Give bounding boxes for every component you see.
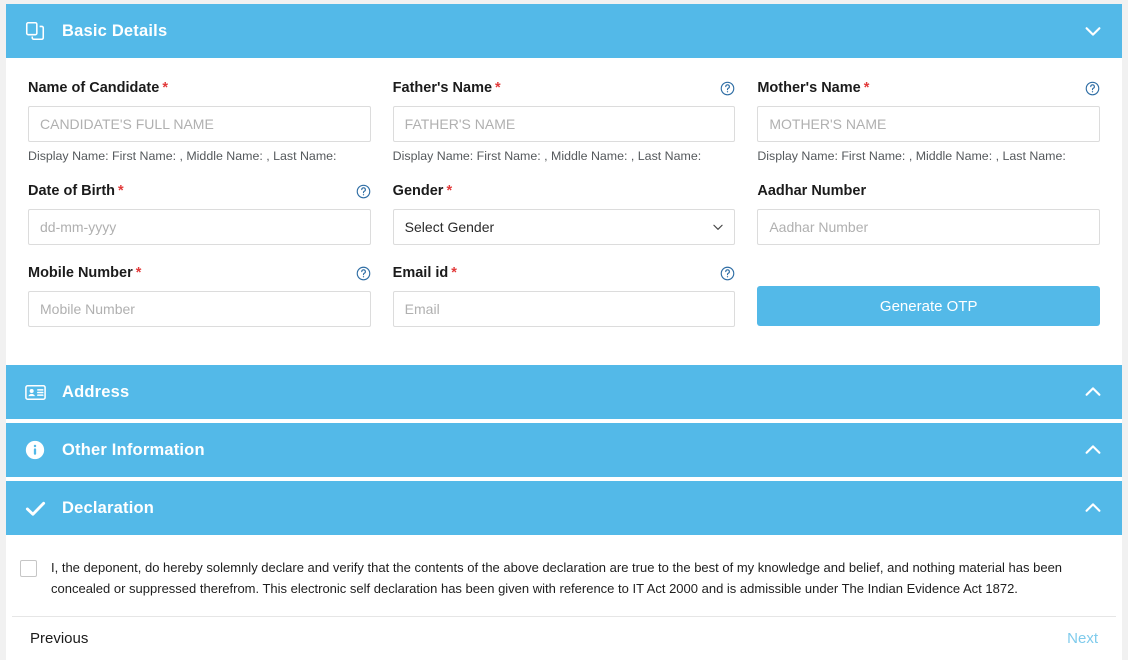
label-aadhar-number: Aadhar Number	[757, 183, 869, 199]
field-email-id: Email id*	[393, 263, 736, 341]
chevron-up-icon[interactable]	[1082, 497, 1104, 519]
field-mother-name: Mother's Name* Display Name: First Name:…	[757, 78, 1100, 177]
field-father-name: Father's Name* Display Name: First Name:…	[393, 78, 736, 177]
label-line-gender: Gender*	[393, 181, 736, 201]
label-line-email-id: Email id*	[393, 263, 736, 283]
field-date-of-birth: Date of Birth*	[28, 181, 371, 259]
label-mother-name: Mother's Name*	[757, 80, 869, 96]
label-line-mobile-number: Mobile Number*	[28, 263, 371, 283]
section-title-other-information: Other Information	[62, 441, 1082, 460]
label-email-id: Email id*	[393, 265, 457, 281]
candidate-name-input[interactable]	[28, 106, 371, 142]
section-header-declaration[interactable]: Declaration	[6, 481, 1122, 535]
required-marker: *	[162, 80, 168, 96]
generate-otp-column: Generate OTP	[757, 263, 1100, 341]
father-name-input[interactable]	[393, 106, 736, 142]
hint-mother-name: Display Name: First Name: , Middle Name:…	[757, 149, 1100, 163]
aadhar-number-input[interactable]	[757, 209, 1100, 245]
required-marker: *	[864, 80, 870, 96]
label-line-candidate-name: Name of Candidate*	[28, 78, 371, 98]
help-icon-mobile-number[interactable]	[356, 266, 371, 281]
field-aadhar-number: Aadhar Number	[757, 181, 1100, 259]
chevron-up-icon[interactable]	[1082, 381, 1104, 403]
label-line-aadhar-number: Aadhar Number	[757, 181, 1100, 201]
label-date-of-birth: Date of Birth*	[28, 183, 124, 199]
section-title-declaration: Declaration	[62, 499, 1082, 518]
field-gender: Gender* Select Gender	[393, 181, 736, 259]
section-header-other-information[interactable]: Other Information	[6, 423, 1122, 477]
copy-documents-icon	[22, 18, 48, 44]
previous-button[interactable]: Previous	[30, 630, 88, 647]
basic-details-body: Name of Candidate* Display Name: First N…	[6, 58, 1122, 361]
form-footer: Previous Next	[12, 616, 1116, 660]
help-icon-father-name[interactable]	[720, 81, 735, 96]
section-title-basic-details: Basic Details	[62, 22, 1082, 41]
chevron-up-icon[interactable]	[1082, 439, 1104, 461]
label-mobile-number: Mobile Number*	[28, 265, 141, 281]
label-gender: Gender*	[393, 183, 452, 199]
required-marker: *	[446, 183, 452, 199]
declaration-checkbox[interactable]	[20, 560, 37, 577]
label-candidate-name: Name of Candidate*	[28, 80, 168, 96]
declaration-text: I, the deponent, do hereby solemnly decl…	[51, 557, 1083, 599]
chevron-down-icon[interactable]	[1082, 20, 1104, 42]
mother-name-input[interactable]	[757, 106, 1100, 142]
declaration-body: I, the deponent, do hereby solemnly decl…	[6, 535, 1122, 619]
label-line-father-name: Father's Name*	[393, 78, 736, 98]
gender-select-wrapper: Select Gender	[393, 209, 736, 245]
section-title-address: Address	[62, 383, 1082, 402]
required-marker: *	[451, 265, 457, 281]
field-mobile-number: Mobile Number*	[28, 263, 371, 341]
label-line-date-of-birth: Date of Birth*	[28, 181, 371, 201]
field-candidate-name: Name of Candidate* Display Name: First N…	[28, 78, 371, 177]
mobile-number-input[interactable]	[28, 291, 371, 327]
gender-select[interactable]: Select Gender	[393, 209, 736, 245]
date-of-birth-input[interactable]	[28, 209, 371, 245]
required-marker: *	[495, 80, 501, 96]
form-row-mobile-email-otp: Mobile Number* Email id*	[28, 263, 1100, 341]
section-header-address[interactable]: Address	[6, 365, 1122, 419]
help-icon-mother-name[interactable]	[1085, 81, 1100, 96]
label-line-mother-name: Mother's Name*	[757, 78, 1100, 98]
info-circle-icon	[22, 437, 48, 463]
help-icon-email-id[interactable]	[720, 266, 735, 281]
label-father-name: Father's Name*	[393, 80, 501, 96]
id-card-icon	[22, 379, 48, 405]
hint-candidate-name: Display Name: First Name: , Middle Name:…	[28, 149, 371, 163]
required-marker: *	[136, 265, 142, 281]
help-icon-date-of-birth[interactable]	[356, 184, 371, 199]
form-row-names: Name of Candidate* Display Name: First N…	[28, 78, 1100, 177]
hint-father-name: Display Name: First Name: , Middle Name:…	[393, 149, 736, 163]
next-button[interactable]: Next	[1067, 630, 1098, 647]
check-icon	[22, 495, 48, 521]
required-marker: *	[118, 183, 124, 199]
section-header-basic-details[interactable]: Basic Details	[6, 4, 1122, 58]
generate-otp-button[interactable]: Generate OTP	[757, 286, 1100, 326]
gender-selected-value: Select Gender	[405, 219, 495, 235]
form-page: Basic Details Name of Candidate* Display…	[0, 0, 1128, 660]
form-row-dob-gender-aadhar: Date of Birth* Gender*	[28, 181, 1100, 259]
email-id-input[interactable]	[393, 291, 736, 327]
